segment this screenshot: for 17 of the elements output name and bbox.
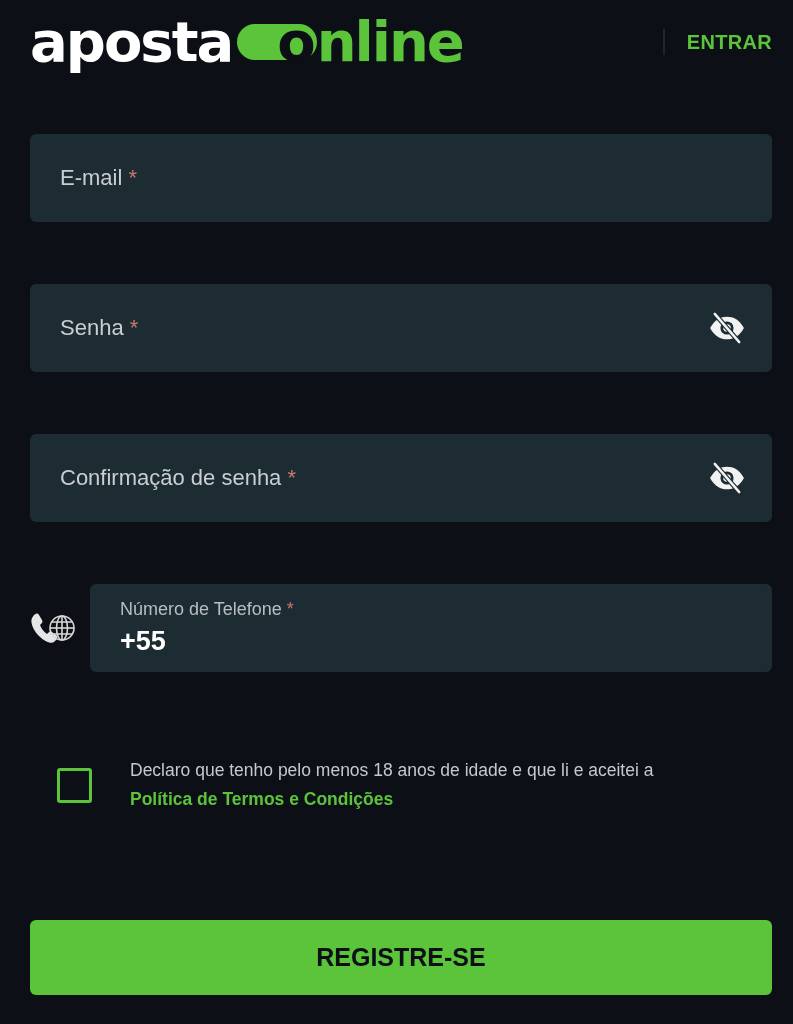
eye-slash-icon[interactable]	[708, 312, 746, 344]
phone-number-field[interactable]: Número de Telefone * +55	[90, 584, 772, 672]
terms-checkbox[interactable]	[57, 767, 92, 803]
eye-slash-icon[interactable]	[708, 462, 746, 494]
terms-text: Declaro que tenho pelo menos 18 anos de idade e que li e aceitei a Política de Termos e Condições	[130, 759, 654, 811]
register-button[interactable]: REGISTRE-SE	[30, 920, 772, 995]
field-label: Número de Telefone *	[120, 599, 294, 620]
email-field[interactable]: E-mail *	[30, 134, 772, 222]
login-link[interactable]: ENTRAR	[686, 30, 772, 54]
phone-globe-icon	[30, 612, 76, 644]
terms-link[interactable]: Política de Termos e Condições	[130, 789, 394, 809]
password-field[interactable]: Confirmação de senha *	[30, 434, 772, 522]
field-label: E-mail *	[60, 165, 137, 191]
password-field[interactable]: Senha *	[30, 284, 772, 372]
field-label: Confirmação de senha *	[60, 465, 297, 491]
field-value: +55	[120, 626, 166, 657]
field-label: Senha *	[60, 315, 139, 341]
